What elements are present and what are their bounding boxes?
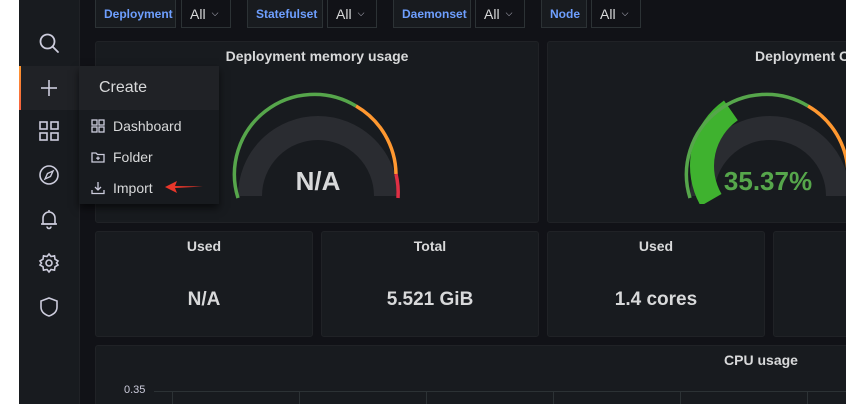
panel-stat-total[interactable]: Total 5.521 GiB: [321, 231, 539, 337]
search-icon[interactable]: [37, 31, 61, 55]
panel-stat-used-memory[interactable]: Used N/A: [95, 231, 313, 337]
configuration-icon[interactable]: [37, 251, 61, 275]
grid-line: [299, 391, 300, 404]
grid-line: [680, 391, 681, 404]
stat-value: 5.521 GiB: [386, 289, 474, 310]
gauge-value: 35.37%: [723, 166, 813, 196]
panel-stat-partial[interactable]: [773, 231, 846, 337]
menu-item-label: Dashboard: [113, 118, 182, 134]
grid-line: [553, 391, 554, 404]
plus-icon[interactable]: [37, 76, 61, 100]
variable-value: All: [190, 5, 206, 22]
variable-value: All: [484, 5, 500, 22]
chevron-down-icon: ⌵: [357, 8, 365, 18]
explore-icon[interactable]: [37, 163, 61, 187]
menu-item-folder[interactable]: Folder: [91, 145, 153, 169]
variable-select-statefulset[interactable]: All ⌵: [327, 0, 377, 28]
y-axis-tick: 0.35: [124, 384, 146, 396]
grid-line: [807, 391, 808, 404]
chevron-down-icon: ⌵: [621, 8, 629, 18]
panel-cpu-usage-graph[interactable]: CPU usage 0.35: [95, 345, 846, 404]
dashboards-icon[interactable]: [37, 119, 61, 143]
menu-item-label: Import: [113, 180, 153, 196]
variable-label-node: Node: [541, 0, 587, 28]
stat-value: N/A: [187, 289, 221, 310]
variable-label-deployment: Deployment: [95, 0, 176, 28]
variable-select-daemonset[interactable]: All ⌵: [475, 0, 525, 28]
menu-item-import[interactable]: Import: [91, 176, 153, 200]
panel-title: Used: [186, 238, 222, 254]
variable-value: All: [600, 5, 616, 22]
variable-select-node[interactable]: All ⌵: [591, 0, 641, 28]
chevron-down-icon: ⌵: [211, 8, 219, 18]
variable-label-daemonset: Daemonset: [393, 0, 471, 28]
active-indicator: [19, 66, 21, 110]
chevron-down-icon: ⌵: [505, 8, 513, 18]
panel-cpu-gauge[interactable]: Deployment CPU usage 35.37%: [547, 41, 846, 223]
panel-title: CPU usage: [724, 352, 798, 368]
panel-title: Total: [413, 238, 447, 254]
grid-line: [426, 391, 427, 404]
panel-title: Deployment CPU usage: [755, 48, 846, 64]
grid-line: [172, 391, 173, 404]
variable-select-deployment[interactable]: All ⌵: [181, 0, 231, 28]
grid-line: [154, 391, 846, 392]
panel-stat-used-cores[interactable]: Used 1.4 cores: [547, 231, 765, 337]
server-admin-icon[interactable]: [37, 295, 61, 319]
menu-item-label: Folder: [113, 149, 153, 165]
import-icon: [91, 182, 105, 195]
annotation-arrow-icon: [165, 181, 203, 193]
variable-value: All: [336, 5, 352, 22]
grafana-app: Deployment All ⌵ Statefulset All ⌵ Daemons…: [19, 0, 846, 404]
panel-title: Used: [638, 238, 674, 254]
variable-label-statefulset: Statefulset: [247, 0, 323, 28]
folder-plus-icon: [91, 152, 105, 163]
side-menu: [19, 0, 80, 404]
panel-title: Deployment memory usage: [225, 48, 409, 64]
alerting-icon[interactable]: [37, 207, 61, 231]
apps-icon: [91, 119, 105, 133]
menu-item-dashboard[interactable]: Dashboard: [91, 114, 182, 138]
stat-value: 1.4 cores: [614, 289, 698, 310]
create-menu-header[interactable]: Create: [79, 66, 219, 110]
